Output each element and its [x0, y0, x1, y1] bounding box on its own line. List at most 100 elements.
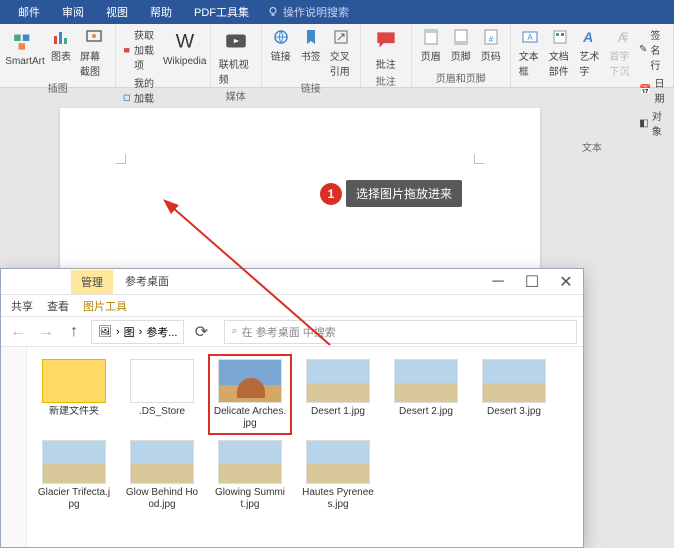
title-context-tab[interactable]: 管理 [71, 270, 113, 294]
group-label: 链接 [266, 80, 356, 97]
bookmark-icon [302, 28, 320, 46]
file-item[interactable]: Hautes Pyrenees.jpg [299, 438, 377, 513]
ribbon-tabs: 邮件 审阅 视图 帮助 PDF工具集 操作说明搜索 [0, 0, 674, 24]
ribbon-body: SmartArt 图表 屏幕截图 插图 获取加载项 我的加载项 WWikiped… [0, 24, 674, 88]
tab-pdf[interactable]: PDF工具集 [184, 0, 259, 24]
file-item[interactable]: .DS_Store [123, 357, 201, 432]
wikipedia-button[interactable]: WWikipedia [164, 26, 206, 69]
nav-forward-button[interactable]: → [35, 321, 57, 343]
image-thumbnail [306, 440, 370, 484]
explorer-search-input[interactable]: ⌕ 在 参考桌面 中搜索 [224, 320, 577, 344]
window-title: 参考桌面 [113, 268, 481, 294]
image-thumbnail [130, 359, 194, 403]
smartart-button[interactable]: SmartArt [4, 26, 46, 69]
comment-icon [373, 28, 399, 54]
nav-back-button[interactable]: ← [7, 321, 29, 343]
group-links: 链接 书签 交叉引用 链接 [262, 24, 361, 87]
file-label: Delicate Arches.jpg [213, 406, 287, 430]
get-addins-button[interactable]: 获取加载项 [120, 26, 163, 73]
file-label: Hautes Pyrenees.jpg [301, 487, 375, 511]
screenshot-button[interactable]: 屏幕截图 [76, 26, 111, 80]
store-icon [123, 43, 131, 57]
tab-mail[interactable]: 邮件 [8, 0, 50, 24]
maximize-button[interactable]: ☐ [515, 269, 549, 295]
explorer-navbar: ← → ↑ 🖼 › 图 › 参考... ⟳ ⌕ 在 参考桌面 中搜索 [1, 317, 583, 347]
tab-share[interactable]: 共享 [11, 298, 33, 314]
svg-text:W: W [176, 31, 195, 53]
image-thumbnail [218, 359, 282, 403]
wikipedia-icon: W [172, 28, 198, 54]
textbox-button[interactable]: A文本框 [515, 26, 545, 80]
file-label: 新建文件夹 [49, 406, 99, 418]
image-thumbnail [394, 359, 458, 403]
group-label: 页眉和页脚 [416, 70, 506, 87]
bookmark-button[interactable]: 书签 [296, 26, 326, 65]
image-thumbnail [218, 440, 282, 484]
document-page[interactable] [60, 108, 540, 288]
svg-text:A: A [527, 33, 533, 42]
refresh-button[interactable]: ⟳ [190, 321, 212, 343]
file-item[interactable]: Glowing Summit.jpg [211, 438, 289, 513]
tab-viewmode[interactable]: 查看 [47, 298, 69, 314]
file-label: .DS_Store [139, 406, 185, 418]
image-thumbnail [482, 359, 546, 403]
file-label: Glowing Summit.jpg [213, 487, 287, 511]
online-video-button[interactable]: 联机视频 [215, 26, 257, 88]
lightbulb-icon [267, 6, 279, 18]
dropcap-icon: A [612, 28, 630, 46]
tab-review[interactable]: 审阅 [52, 0, 94, 24]
folder-icon [42, 359, 106, 403]
header-icon [422, 28, 440, 46]
breadcrumb-icon: 🖼 [98, 325, 112, 338]
video-icon [223, 28, 249, 54]
file-label: Desert 3.jpg [487, 406, 541, 418]
quickparts-button[interactable]: 文档部件 [545, 26, 576, 80]
annotation-callout: 1 选择图片拖放进来 [320, 180, 462, 207]
pagenum-icon: # [482, 28, 500, 46]
close-button[interactable]: ✕ [549, 269, 583, 295]
tab-help[interactable]: 帮助 [140, 0, 182, 24]
group-addins: 获取加载项 我的加载项 WWikipedia 加载项 [116, 24, 210, 87]
link-button[interactable]: 链接 [266, 26, 296, 65]
explorer-sidebar[interactable] [1, 347, 27, 547]
chart-button[interactable]: 图表 [46, 26, 76, 65]
file-item[interactable]: Delicate Arches.jpg [211, 357, 289, 432]
object-button[interactable]: ◧对象 [636, 107, 669, 139]
group-text: A文本框 文档部件 A艺术字 A首字下沉 ✎签名行 📅日期 ◧对象 文本 [511, 24, 674, 87]
file-explorer-window: 管理 参考桌面 ─ ☐ ✕ 共享 查看 图片工具 ← → ↑ 🖼 › 图 › 参… [0, 268, 584, 548]
file-grid: 新建文件夹 .DS_Store Delicate Arches.jpg Desert … [27, 347, 583, 547]
svg-text:#: # [488, 35, 493, 44]
pagenum-button[interactable]: #页码 [476, 26, 506, 65]
datetime-button[interactable]: 📅日期 [636, 74, 669, 106]
explorer-ribbon-tabs: 共享 查看 图片工具 [1, 295, 583, 317]
search-icon: ⌕ [231, 325, 237, 338]
dropcap-button[interactable]: A首字下沉 [605, 26, 636, 80]
file-item[interactable]: Glow Behind Hood.jpg [123, 438, 201, 513]
file-item[interactable]: 新建文件夹 [35, 357, 113, 432]
image-thumbnail [306, 359, 370, 403]
tell-me-search[interactable]: 操作说明搜索 [267, 4, 349, 20]
minimize-button[interactable]: ─ [481, 269, 515, 295]
smartart-icon [12, 28, 38, 54]
nav-up-button[interactable]: ↑ [63, 321, 85, 343]
file-item[interactable]: Glacier Trifecta.jpg [35, 438, 113, 513]
tab-picture-tools[interactable]: 图片工具 [83, 298, 127, 314]
link-icon [272, 28, 290, 46]
svg-text:A: A [582, 29, 595, 45]
file-item[interactable]: Desert 2.jpg [387, 357, 465, 432]
crossref-button[interactable]: 交叉引用 [326, 26, 356, 80]
image-thumbnail [130, 440, 194, 484]
signature-button[interactable]: ✎签名行 [636, 26, 669, 73]
tab-view[interactable]: 视图 [96, 0, 138, 24]
comment-button[interactable]: 批注 [365, 26, 407, 73]
wordart-button[interactable]: A艺术字 [575, 26, 605, 80]
footer-icon [452, 28, 470, 46]
quickparts-icon [551, 28, 569, 46]
file-item[interactable]: Desert 3.jpg [475, 357, 553, 432]
group-media: 联机视频 媒体 [211, 24, 262, 87]
footer-button[interactable]: 页脚 [446, 26, 476, 65]
header-button[interactable]: 页眉 [416, 26, 446, 65]
group-illustrations: SmartArt 图表 屏幕截图 插图 [0, 24, 116, 87]
breadcrumb[interactable]: 🖼 › 图 › 参考... [91, 320, 184, 344]
file-item[interactable]: Desert 1.jpg [299, 357, 377, 432]
